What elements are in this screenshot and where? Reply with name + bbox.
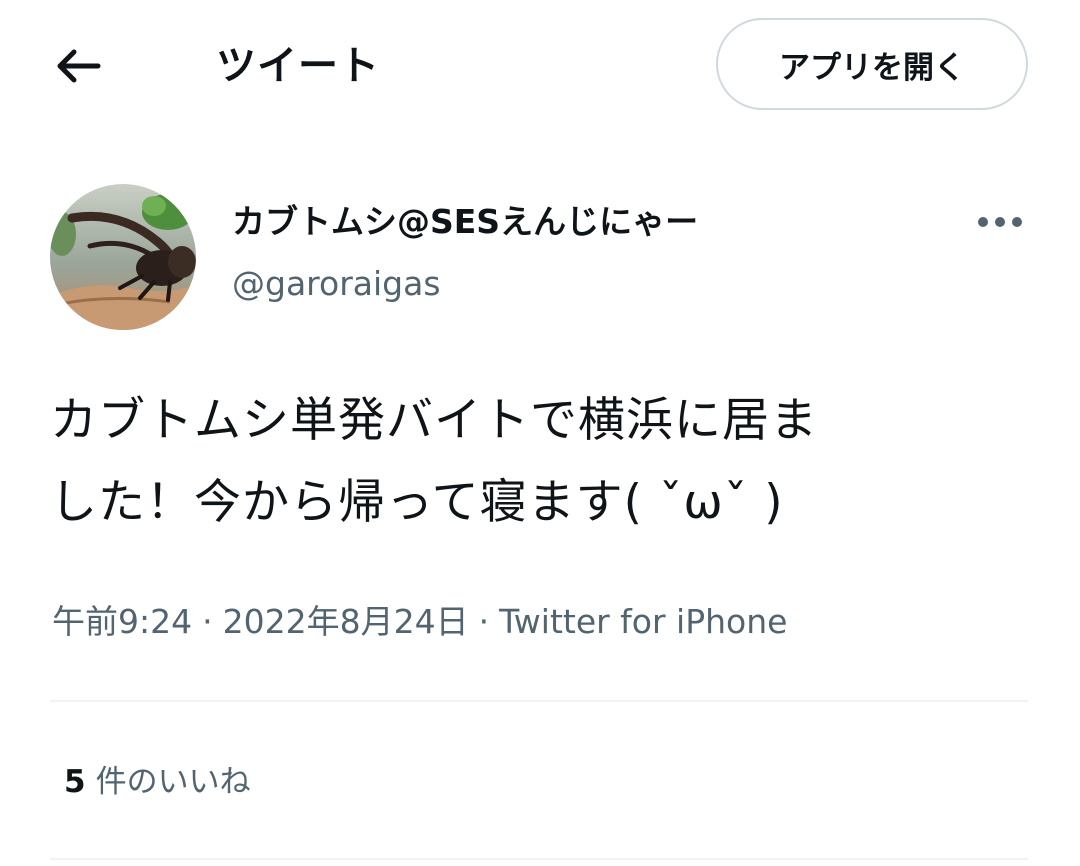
tweet-meta: 午前9:24 · 2022年8月24日 · Twitter for iPhone [52,598,787,646]
avatar[interactable] [50,184,196,330]
meta-separator: · [478,602,490,641]
open-app-button[interactable]: アプリを開く [716,18,1028,110]
author-display-name[interactable]: カブトムシ@SESえんじにゃー [232,198,698,246]
meta-separator: · [202,602,213,641]
tweet-text-line: した！今から帰って寝ます( ˇωˇ ) [50,475,784,530]
divider [50,858,1028,860]
arrow-left-icon [57,49,101,83]
page-title: ツイート [216,43,380,89]
beetle-avatar-image [50,184,196,330]
tweet-time[interactable]: 午前9:24 [52,602,192,641]
top-bar: ツイート アプリを開く [0,0,1080,130]
author-handle[interactable]: @garoraigas [232,260,441,308]
tweet-date[interactable]: 2022年8月24日 [223,602,469,641]
tweet-text-line: カブトムシ単発バイトで横浜に居ま [50,393,818,448]
likes-label: 件のいいね [95,764,251,800]
back-button[interactable] [48,38,108,94]
likes-stat[interactable]: 5 件のいいね [64,758,251,806]
tweet-source[interactable]: Twitter for iPhone [499,602,787,641]
likes-count: 5 [64,764,86,800]
more-options-button[interactable] [970,200,1030,244]
more-horizontal-icon [978,217,1022,227]
tweet-text: カブトムシ単発バイトで横浜に居ま した！今から帰って寝ます( ˇωˇ ) [50,380,1040,544]
divider [50,700,1028,702]
